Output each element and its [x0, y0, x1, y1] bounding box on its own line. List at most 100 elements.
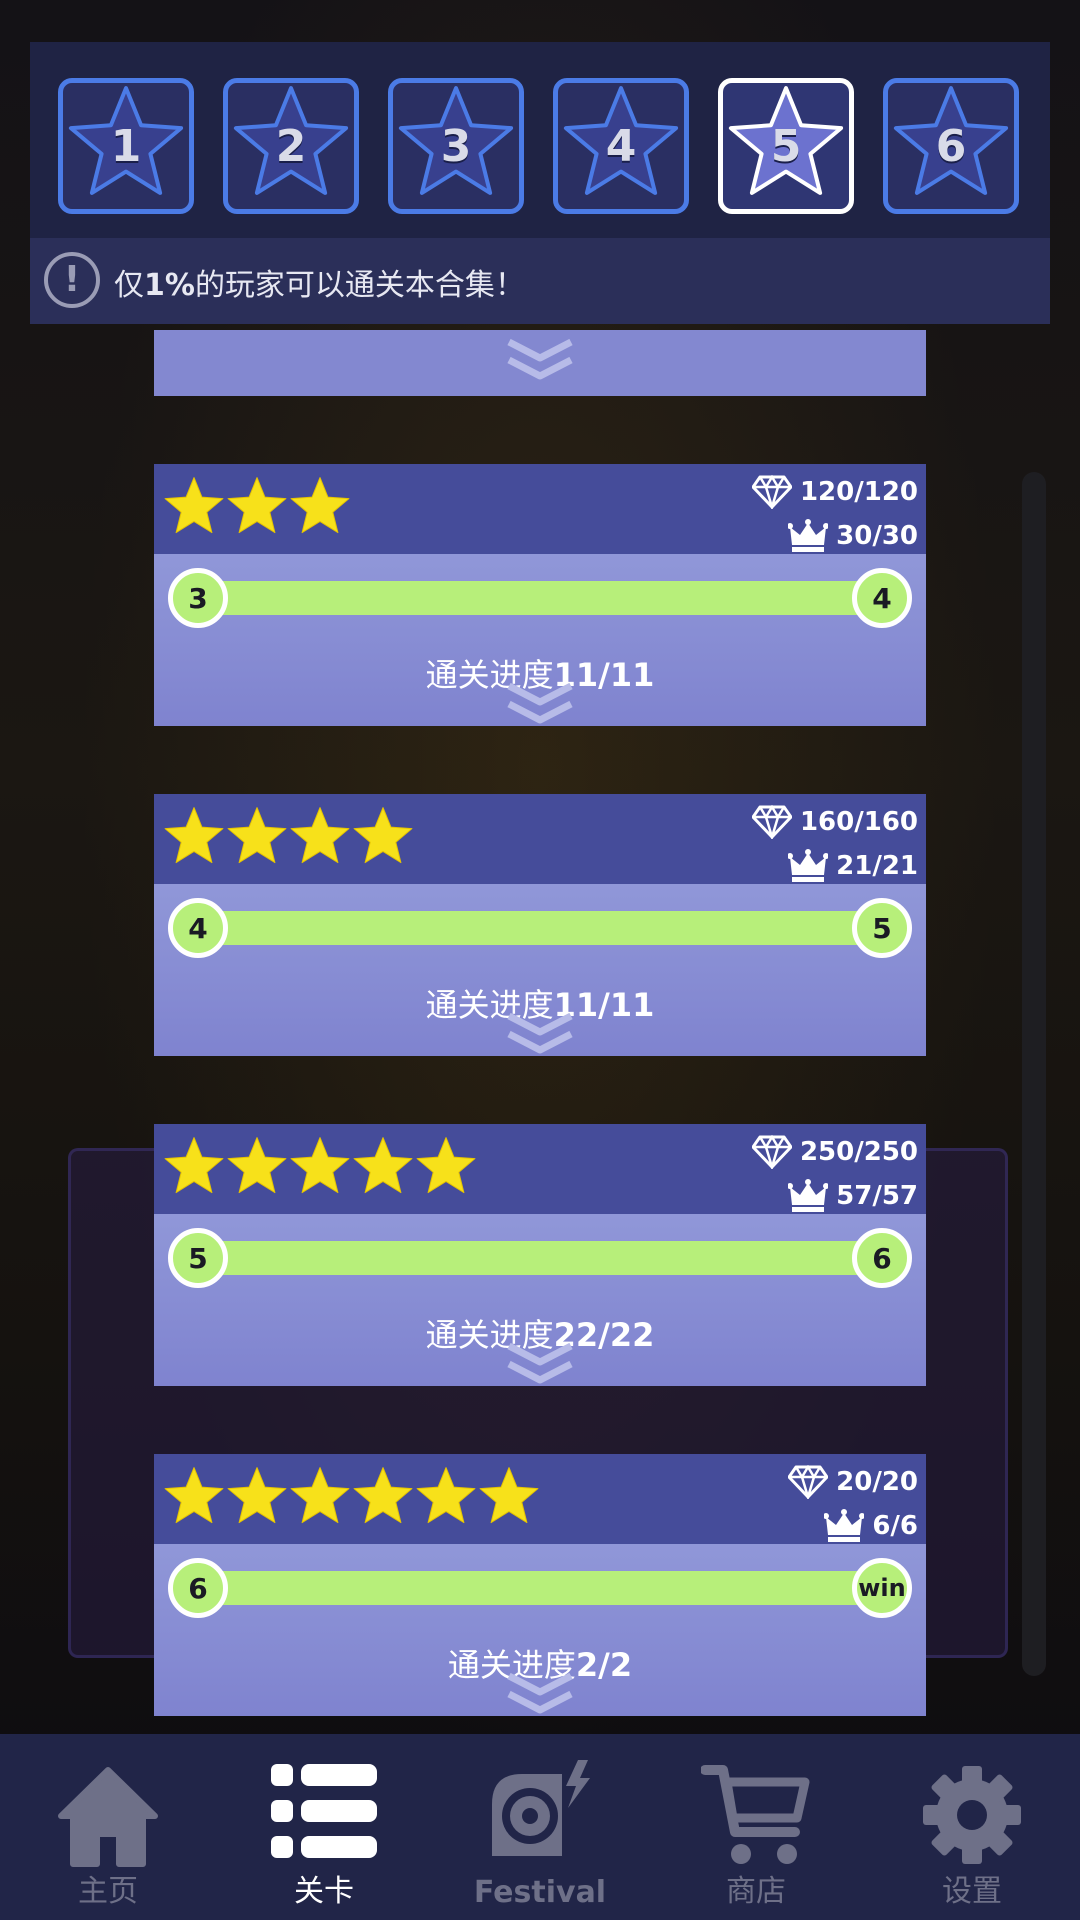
gem-stat: 160/160 — [751, 802, 918, 842]
chevron-down-icon[interactable] — [505, 338, 575, 382]
gem-stat: 250/250 — [751, 1132, 918, 1172]
crown-count: 21/21 — [836, 851, 918, 881]
nav-item-gear[interactable]: 设置 — [864, 1734, 1080, 1920]
notice-text: 仅1%的玩家可以通关本合集！ — [114, 268, 525, 303]
star-icon — [164, 807, 224, 864]
difficulty-stars — [162, 1136, 477, 1202]
star-icon — [227, 1137, 287, 1194]
nav-label: 设置 — [942, 1874, 1002, 1909]
chevron-down-icon[interactable] — [505, 682, 575, 726]
tier-button-2[interactable]: 2 — [223, 78, 359, 214]
progress-bar: 4 5 — [168, 898, 912, 958]
chevron-down-icon[interactable] — [505, 1672, 575, 1716]
star-icon — [290, 807, 350, 864]
tier-number: 5 — [770, 120, 802, 172]
tier-button-5[interactable]: 5 — [718, 78, 854, 214]
star-icon — [227, 807, 287, 864]
notice-banner: ! 仅1%的玩家可以通关本合集！ — [30, 238, 1050, 324]
end-level-node: 4 — [852, 568, 912, 628]
progress-bar: 6 win — [168, 1558, 912, 1618]
start-level-node: 5 — [168, 1228, 228, 1288]
level-card[interactable]: 250/250 57/57 5 6 通关进度22/22 — [154, 1124, 926, 1386]
star-icon — [227, 1467, 287, 1524]
diamond-icon — [751, 805, 792, 839]
star-icon — [290, 477, 350, 534]
exclamation-icon: ! — [44, 252, 100, 308]
tier-number: 4 — [605, 120, 637, 172]
progress-fill — [198, 581, 882, 615]
star-icon — [290, 1467, 350, 1524]
progress-fill — [198, 1571, 882, 1605]
tier-number: 2 — [275, 120, 307, 172]
crown-count: 6/6 — [872, 1511, 918, 1541]
star-icon — [479, 1467, 539, 1524]
nav-item-cart[interactable]: 商店 — [648, 1734, 864, 1920]
card-body: 5 6 通关进度22/22 — [154, 1214, 926, 1386]
star-icon — [416, 1467, 476, 1524]
card-body: 6 win 通关进度2/2 — [154, 1544, 926, 1716]
crown-icon — [788, 519, 829, 552]
nav-label: 商店 — [726, 1874, 786, 1909]
star-icon — [353, 1137, 413, 1194]
gem-count: 160/160 — [799, 807, 918, 837]
scrollbar[interactable] — [1022, 472, 1046, 1676]
crown-count: 57/57 — [836, 1181, 918, 1211]
gem-count: 120/120 — [799, 477, 918, 507]
crown-stat: 30/30 — [788, 516, 918, 556]
tier-selector: 1 2 3 4 5 6 — [30, 42, 1050, 238]
level-card[interactable]: 120/120 30/30 3 4 通关进度11/11 — [154, 464, 926, 726]
card-header: 250/250 57/57 — [154, 1124, 926, 1214]
star-icon — [353, 807, 413, 864]
nav-item-festival-disc[interactable]: Festival — [432, 1734, 648, 1920]
card-header: 20/20 6/6 — [154, 1454, 926, 1544]
crown-count: 30/30 — [836, 521, 918, 551]
start-level-node: 4 — [168, 898, 228, 958]
chevron-down-icon[interactable] — [505, 1012, 575, 1056]
start-level-node: 6 — [168, 1558, 228, 1618]
tier-button-1[interactable]: 1 — [58, 78, 194, 214]
nav-item-list[interactable]: 关卡 — [216, 1734, 432, 1920]
nav-label: 主页 — [78, 1874, 138, 1909]
crown-icon — [788, 849, 829, 882]
progress-fill — [198, 911, 882, 945]
progress-bar: 5 6 — [168, 1228, 912, 1288]
crown-icon — [824, 1509, 865, 1542]
progress-bar: 3 4 — [168, 568, 912, 628]
crown-stat: 57/57 — [788, 1176, 918, 1216]
gem-stat: 120/120 — [751, 472, 918, 512]
star-icon — [227, 477, 287, 534]
difficulty-stars — [162, 476, 351, 542]
gem-stat: 20/20 — [788, 1462, 918, 1502]
tier-number: 6 — [935, 120, 967, 172]
collapsed-card-partial[interactable] — [154, 330, 926, 396]
star-icon — [353, 1467, 413, 1524]
chevron-down-icon[interactable] — [505, 1342, 575, 1386]
end-level-node: 6 — [852, 1228, 912, 1288]
tier-header: 1 2 3 4 5 6 ! 仅1%的玩家可以通关本合集！ — [30, 42, 1050, 324]
star-icon — [164, 1137, 224, 1194]
tier-number: 3 — [440, 120, 472, 172]
star-icon — [290, 1137, 350, 1194]
nav-label: 关卡 — [294, 1874, 354, 1909]
start-level-node: 3 — [168, 568, 228, 628]
nav-label: Festival — [473, 1875, 607, 1910]
difficulty-stars — [162, 806, 414, 872]
star-icon — [164, 1467, 224, 1524]
card-header: 120/120 30/30 — [154, 464, 926, 554]
progress-fill — [198, 1241, 882, 1275]
bottom-nav: 主页 关卡 Festival 商店 设置 — [0, 1734, 1080, 1920]
level-card[interactable]: 160/160 21/21 4 5 通关进度11/11 — [154, 794, 926, 1056]
end-level-node: win — [852, 1558, 912, 1618]
crown-stat: 21/21 — [788, 846, 918, 886]
tier-button-3[interactable]: 3 — [388, 78, 524, 214]
level-card[interactable]: 20/20 6/6 6 win 通关进度2/2 — [154, 1454, 926, 1716]
card-header: 160/160 21/21 — [154, 794, 926, 884]
nav-item-home[interactable]: 主页 — [0, 1734, 216, 1920]
difficulty-stars — [162, 1466, 540, 1532]
crown-icon — [788, 1179, 829, 1212]
crown-stat: 6/6 — [824, 1506, 918, 1546]
tier-number: 1 — [110, 120, 142, 172]
end-level-node: 5 — [852, 898, 912, 958]
tier-button-4[interactable]: 4 — [553, 78, 689, 214]
tier-button-6[interactable]: 6 — [883, 78, 1019, 214]
